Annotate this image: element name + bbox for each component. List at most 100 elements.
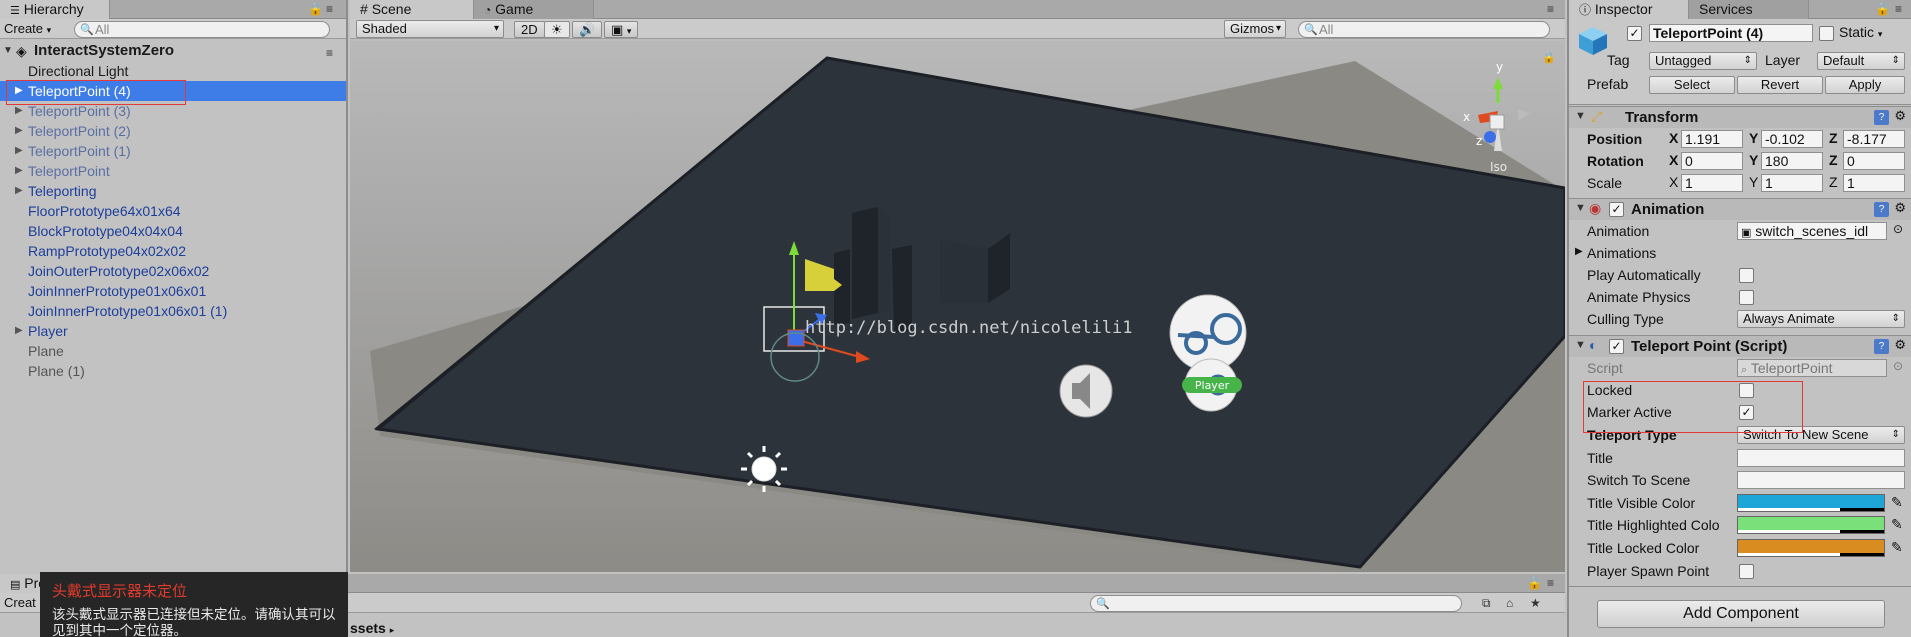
audio-source-icon[interactable] <box>1059 364 1113 418</box>
static-checkbox[interactable] <box>1819 26 1834 41</box>
scene-menu-icon[interactable]: ≡ <box>326 43 333 63</box>
switch-to-scene-input[interactable] <box>1737 471 1905 489</box>
list-item[interactable]: JoinInnerPrototype01x06x01 (1) <box>0 301 346 321</box>
layer-dropdown[interactable]: Default ⇕ <box>1817 52 1905 70</box>
list-item[interactable]: Plane <box>0 341 346 361</box>
gizmos-dropdown[interactable]: Gizmos ▾ <box>1224 20 1286 38</box>
pillar-block[interactable] <box>852 207 878 319</box>
object-name-field[interactable]: TeleportPoint (4) <box>1649 24 1813 42</box>
list-item[interactable]: ▶ TeleportPoint (2) <box>0 121 346 141</box>
eyedropper-icon[interactable]: ✎ <box>1891 494 1903 511</box>
title-highlighted-color-swatch[interactable] <box>1737 516 1885 534</box>
eyedropper-icon[interactable]: ✎ <box>1891 516 1903 533</box>
tab-scene[interactable]: # Scene <box>350 0 474 19</box>
shading-mode-dropdown[interactable]: Shaded ▾ <box>356 20 504 38</box>
hierarchy-search-input[interactable]: 🔍 All <box>74 21 330 38</box>
play-automatically-checkbox[interactable] <box>1739 268 1754 283</box>
lock-icon[interactable]: 🔒 <box>1542 51 1556 64</box>
position-y-field[interactable]: -0.102 <box>1761 130 1823 148</box>
rotation-y-field[interactable]: 180 <box>1761 152 1823 170</box>
list-item[interactable]: ▶ TeleportPoint (3) <box>0 101 346 121</box>
culling-type-dropdown[interactable]: Always Animate ⇕ <box>1737 310 1905 328</box>
tab-services[interactable]: Services <box>1689 0 1809 19</box>
wall-block[interactable] <box>940 239 988 303</box>
rotation-x-field[interactable]: 0 <box>1681 152 1743 170</box>
position-z-field[interactable]: -8.177 <box>1843 130 1905 148</box>
fold-arrow-icon[interactable]: ▼ <box>1575 110 1586 122</box>
expand-arrow-icon[interactable]: ▼ <box>3 41 13 61</box>
lighting-toggle[interactable]: ☀ <box>544 21 570 38</box>
panel-menu-icon[interactable]: ≡ <box>1547 2 1554 16</box>
static-dropdown[interactable]: Static ▾ <box>1839 24 1882 40</box>
panel-menu-icon[interactable]: ≡ <box>1547 576 1554 590</box>
panel-menu-icon[interactable]: ≡ <box>326 2 333 16</box>
effects-dropdown[interactable]: ▣ ▾ <box>604 21 639 38</box>
teleport-point-header[interactable]: ▼ ◐ ✓ Teleport Point (Script) ? ⚙ <box>1569 335 1911 357</box>
list-item[interactable]: JoinInnerPrototype01x06x01 <box>0 281 346 301</box>
scale-x-field[interactable]: 1 <box>1681 174 1743 192</box>
list-item[interactable]: FloorPrototype64x01x64 <box>0 201 346 221</box>
fold-arrow-icon[interactable]: ▶ <box>1575 246 1583 257</box>
animations-row[interactable]: ▶ Animations <box>1569 242 1911 264</box>
eyedropper-icon[interactable]: ✎ <box>1891 539 1903 556</box>
scene-viewport[interactable]: Player http://blog.csdn.net/nicolelili1 … <box>350 41 1565 572</box>
scene-root-row[interactable]: ▼ ◈ InteractSystemZero ≡ <box>0 41 346 61</box>
locked-checkbox[interactable] <box>1739 383 1754 398</box>
panel-menu-icon[interactable]: ≡ <box>1895 2 1902 16</box>
title-locked-color-swatch[interactable] <box>1737 539 1885 557</box>
scene-render[interactable]: Player http://blog.csdn.net/nicolelili1 … <box>350 41 1565 572</box>
help-icon[interactable]: ? <box>1874 339 1889 354</box>
prefab-apply-button[interactable]: Apply <box>1825 76 1905 94</box>
fold-arrow-icon[interactable]: ▼ <box>1575 339 1586 351</box>
create-dropdown[interactable]: Create ▾ <box>4 21 51 36</box>
list-item[interactable]: Plane (1) <box>0 361 346 381</box>
lock-icon[interactable]: 🔒 <box>1875 2 1890 16</box>
tab-hierarchy[interactable]: ☰ Hierarchy <box>0 0 110 19</box>
expand-arrow-icon[interactable]: ▶ <box>15 321 23 341</box>
animation-clip-field[interactable]: ▣ switch_scenes_idl <box>1737 222 1887 240</box>
list-item[interactable]: ▶ TeleportPoint <box>0 161 346 181</box>
prefab-revert-button[interactable]: Revert <box>1737 76 1823 94</box>
create-dropdown[interactable]: Creat <box>4 595 36 610</box>
tab-inspector[interactable]: ⓘ Inspector <box>1569 0 1689 19</box>
add-component-button[interactable]: Add Component <box>1597 600 1885 628</box>
fold-arrow-icon[interactable]: ▼ <box>1575 202 1586 214</box>
scale-z-field[interactable]: 1 <box>1843 174 1905 192</box>
list-item[interactable]: ▶ TeleportPoint (1) <box>0 141 346 161</box>
transform-header[interactable]: ▼ ⤢ Transform ? ⚙ <box>1569 106 1911 128</box>
list-item[interactable]: RampPrototype04x02x02 <box>0 241 346 261</box>
tag-dropdown[interactable]: Untagged ⇕ <box>1649 52 1757 70</box>
animate-physics-checkbox[interactable] <box>1739 290 1754 305</box>
lock-icon[interactable]: 🔒 <box>1527 576 1542 590</box>
animation-enabled-checkbox[interactable]: ✓ <box>1609 202 1624 217</box>
rotation-z-field[interactable]: 0 <box>1843 152 1905 170</box>
marker-active-checkbox[interactable]: ✓ <box>1739 405 1754 420</box>
audio-toggle[interactable]: 🔊 <box>572 21 603 38</box>
title-visible-color-swatch[interactable] <box>1737 494 1885 512</box>
active-checkbox[interactable]: ✓ <box>1627 26 1642 41</box>
gear-icon[interactable]: ⚙ <box>1894 108 1906 124</box>
scale-y-field[interactable]: 1 <box>1761 174 1823 192</box>
project-search-input[interactable]: 🔍 <box>1090 595 1462 612</box>
star-icon[interactable]: ★ <box>1530 596 1541 610</box>
lock-icon[interactable]: 🔒 <box>308 2 323 16</box>
prefab-select-button[interactable]: Select <box>1649 76 1735 94</box>
expand-arrow-icon[interactable]: ▶ <box>15 141 23 161</box>
mode-2d-button[interactable]: 2D <box>514 21 545 38</box>
list-item[interactable]: ▶ Teleporting <box>0 181 346 201</box>
expand-arrow-icon[interactable]: ▶ <box>15 181 23 201</box>
teleport-enabled-checkbox[interactable]: ✓ <box>1609 339 1624 354</box>
gear-icon[interactable]: ⚙ <box>1894 337 1906 353</box>
animation-header[interactable]: ▼ ◉ ✓ Animation ? ⚙ <box>1569 198 1911 220</box>
scene-search-input[interactable]: 🔍 All <box>1298 21 1550 38</box>
teleport-type-dropdown[interactable]: Switch To New Scene ⇕ <box>1737 426 1905 444</box>
help-icon[interactable]: ? <box>1874 202 1889 217</box>
breadcrumb[interactable]: ssets ▸ <box>350 620 394 636</box>
position-x-field[interactable]: 1.191 <box>1681 130 1743 148</box>
filter-type-icon[interactable]: ⧉ <box>1482 596 1491 611</box>
gear-icon[interactable]: ⚙ <box>1894 200 1906 216</box>
list-item[interactable]: ▶ Player <box>0 321 346 341</box>
expand-arrow-icon[interactable]: ▶ <box>15 101 23 121</box>
expand-arrow-icon[interactable]: ▶ <box>15 81 23 101</box>
title-input[interactable] <box>1737 449 1905 467</box>
